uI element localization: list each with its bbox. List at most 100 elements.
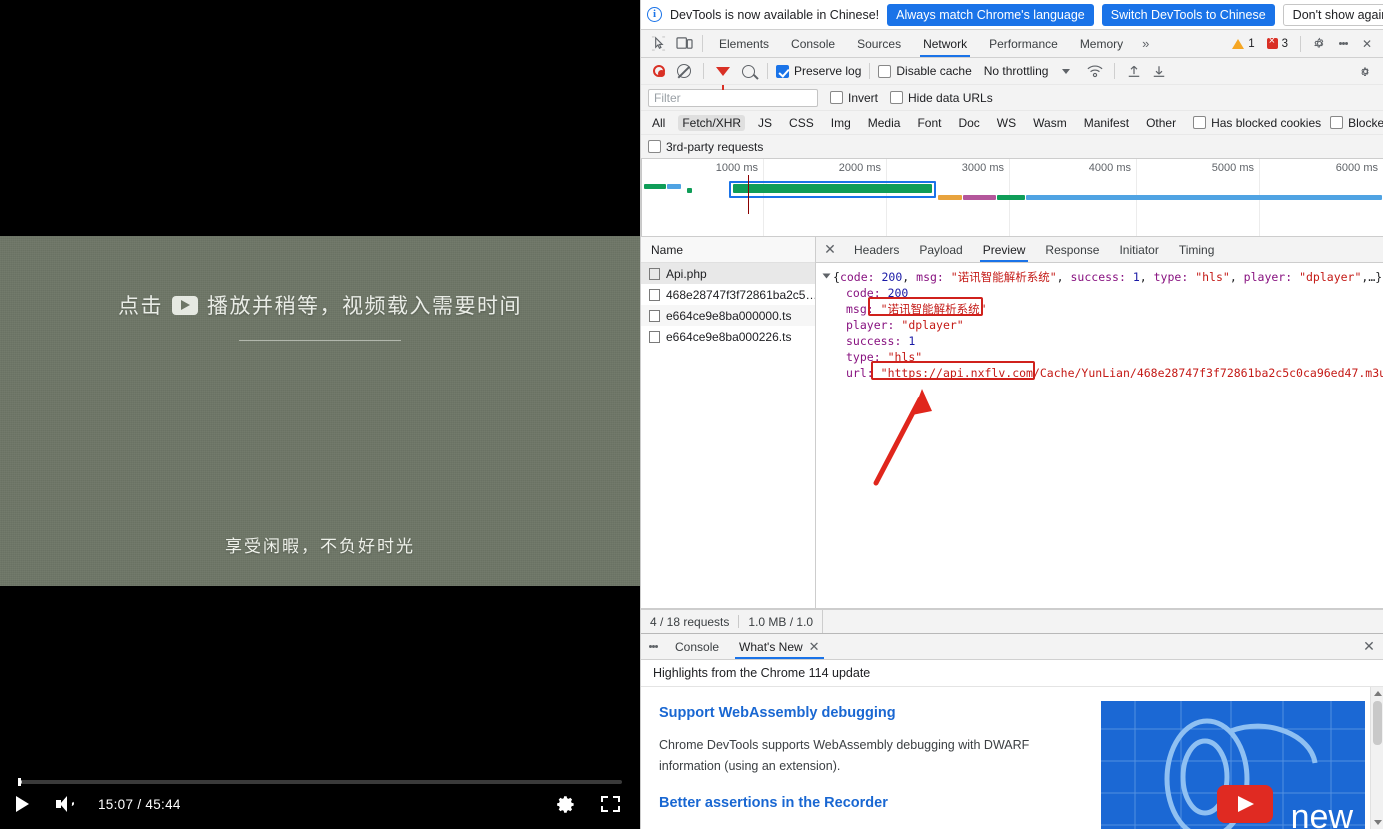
hide-data-urls-checkbox[interactable]: Hide data URLs — [890, 91, 993, 105]
import-har-button[interactable] — [1123, 60, 1145, 82]
whats-new-body[interactable]: Support WebAssembly debugging Chrome Dev… — [641, 687, 1383, 829]
disable-cache-checkbox[interactable]: Disable cache — [878, 64, 971, 78]
progress-handle[interactable] — [18, 778, 21, 786]
detail-tab-payload[interactable]: Payload — [909, 237, 972, 262]
type-chip-fetch-xhr[interactable]: Fetch/XHR — [678, 115, 745, 131]
checkbox-box[interactable] — [830, 91, 843, 104]
type-chip-img[interactable]: Img — [827, 115, 855, 131]
volume-button[interactable] — [44, 787, 88, 821]
chevron-down-icon[interactable] — [823, 274, 831, 279]
search-button[interactable] — [737, 60, 759, 82]
filter-icon — [716, 67, 730, 76]
type-chip-wasm[interactable]: Wasm — [1029, 115, 1071, 131]
request-row-ts-000226[interactable]: e664ce9e8ba000226.ts — [641, 326, 815, 347]
video-stage[interactable]: 点击 播放并稍等，视频载入需要时间 享受闲暇，不负好时光 — [0, 236, 640, 586]
warning-badge[interactable]: 1 — [1227, 37, 1259, 51]
inspect-element-icon[interactable] — [645, 30, 671, 57]
network-overview-timeline[interactable]: 1000 ms 2000 ms 3000 ms 4000 ms 5000 ms … — [641, 159, 1383, 237]
always-match-language-button[interactable]: Always match Chrome's language — [887, 4, 1094, 26]
overview-request-bar — [644, 184, 666, 189]
record-button[interactable] — [648, 60, 670, 82]
type-chip-css[interactable]: CSS — [785, 115, 818, 131]
type-chip-media[interactable]: Media — [864, 115, 905, 131]
chevron-double-right-icon[interactable]: » — [1134, 30, 1157, 57]
video-player[interactable]: 点击 播放并稍等，视频载入需要时间 享受闲暇，不负好时光 — [0, 0, 640, 829]
tab-memory[interactable]: Memory — [1069, 30, 1134, 57]
request-row-ts-000000[interactable]: e664ce9e8ba000000.ts — [641, 305, 815, 326]
invert-checkbox[interactable]: Invert — [830, 91, 878, 105]
devtools-settings-button[interactable] — [1308, 33, 1330, 55]
tab-sources[interactable]: Sources — [846, 30, 912, 57]
tab-performance[interactable]: Performance — [978, 30, 1069, 57]
whats-new-thumbnail[interactable]: new — [1101, 701, 1365, 829]
blocked-requests-checkbox[interactable]: Blocked Requests — [1330, 116, 1383, 130]
checkbox-box[interactable] — [878, 65, 891, 78]
network-settings-button[interactable] — [1354, 60, 1376, 82]
scroll-up-icon[interactable] — [1374, 691, 1382, 696]
checkbox-box[interactable] — [1330, 116, 1343, 129]
progress-bar[interactable] — [18, 780, 622, 784]
checkbox-box[interactable] — [648, 140, 661, 153]
third-party-requests-checkbox[interactable]: 3rd-party requests — [648, 140, 763, 154]
filter-toggle-button[interactable] — [712, 60, 734, 82]
detail-tab-preview[interactable]: Preview — [973, 237, 1036, 262]
network-conditions-button[interactable] — [1084, 60, 1106, 82]
type-chip-other[interactable]: Other — [1142, 115, 1180, 131]
devtools-menu-button[interactable] — [1332, 33, 1354, 55]
drawer-menu-button[interactable] — [641, 634, 665, 659]
type-chip-font[interactable]: Font — [913, 115, 945, 131]
player-settings-button[interactable] — [544, 787, 588, 821]
video-overlay-suffix: 播放并稍等，视频载入需要时间 — [207, 290, 522, 320]
json-preview[interactable]: {code: 200, msg: "诺讯智能解析系统", success: 1,… — [816, 263, 1383, 608]
chevron-down-icon[interactable] — [1062, 69, 1070, 74]
drawer-scrollbar[interactable] — [1370, 687, 1383, 829]
request-detail: ✕ Headers Payload Preview Response Initi… — [816, 237, 1383, 608]
throttling-select[interactable]: No throttling — [984, 64, 1049, 78]
json-row-code: code: 200 — [824, 285, 1383, 301]
tab-console[interactable]: Console — [780, 30, 846, 57]
error-badge[interactable]: 3 — [1262, 37, 1293, 51]
clear-button[interactable] — [673, 60, 695, 82]
has-blocked-cookies-checkbox[interactable]: Has blocked cookies — [1193, 116, 1321, 130]
type-chip-ws[interactable]: WS — [993, 115, 1020, 131]
close-icon: ✕ — [824, 241, 836, 258]
drawer-tab-whats-new[interactable]: What's New ✕ — [729, 634, 830, 659]
device-toolbar-icon[interactable] — [671, 30, 697, 57]
detail-close-button[interactable]: ✕ — [816, 237, 844, 262]
request-row-api-php[interactable]: Api.php — [641, 263, 815, 284]
overview-request-bar — [733, 184, 932, 193]
type-chip-manifest[interactable]: Manifest — [1080, 115, 1133, 131]
drawer-tab-console[interactable]: Console — [665, 634, 729, 659]
preserve-log-checkbox[interactable]: Preserve log — [776, 64, 861, 78]
export-har-button[interactable] — [1148, 60, 1170, 82]
scroll-down-icon[interactable] — [1374, 820, 1382, 825]
dont-show-again-button[interactable]: Don't show again — [1283, 4, 1383, 26]
detail-tab-response[interactable]: Response — [1035, 237, 1109, 262]
json-summary-row[interactable]: {code: 200, msg: "诺讯智能解析系统", success: 1,… — [824, 269, 1383, 285]
drawer-close-button[interactable]: ✕ — [1355, 634, 1383, 659]
close-icon[interactable]: ✕ — [809, 639, 820, 655]
detail-tab-timing[interactable]: Timing — [1169, 237, 1225, 262]
request-list-header[interactable]: Name — [641, 237, 815, 263]
checkbox-box[interactable] — [776, 65, 789, 78]
tab-elements[interactable]: Elements — [708, 30, 780, 57]
play-icon[interactable] — [1217, 785, 1273, 823]
scrollbar-thumb[interactable] — [1373, 701, 1382, 745]
kebab-menu-icon — [1332, 41, 1354, 46]
request-row-m3u8[interactable]: 468e28747f3f72861ba2c5… — [641, 284, 815, 305]
play-button[interactable] — [0, 787, 44, 821]
type-chip-doc[interactable]: Doc — [954, 115, 983, 131]
filter-input[interactable] — [648, 89, 818, 107]
devtools-close-button[interactable]: ✕ — [1356, 33, 1378, 55]
json-value: "诺讯智能解析系统" — [951, 270, 1057, 284]
fullscreen-button[interactable] — [588, 787, 632, 821]
tab-network[interactable]: Network — [912, 30, 978, 57]
type-chip-js[interactable]: JS — [754, 115, 776, 131]
switch-to-chinese-button[interactable]: Switch DevTools to Chinese — [1102, 4, 1275, 26]
checkbox-box[interactable] — [1193, 116, 1206, 129]
checkbox-box[interactable] — [890, 91, 903, 104]
player-controls[interactable]: 15:07 / 45:44 — [0, 775, 640, 829]
type-chip-all[interactable]: All — [648, 115, 669, 131]
detail-tab-headers[interactable]: Headers — [844, 237, 909, 262]
detail-tab-initiator[interactable]: Initiator — [1109, 237, 1168, 262]
